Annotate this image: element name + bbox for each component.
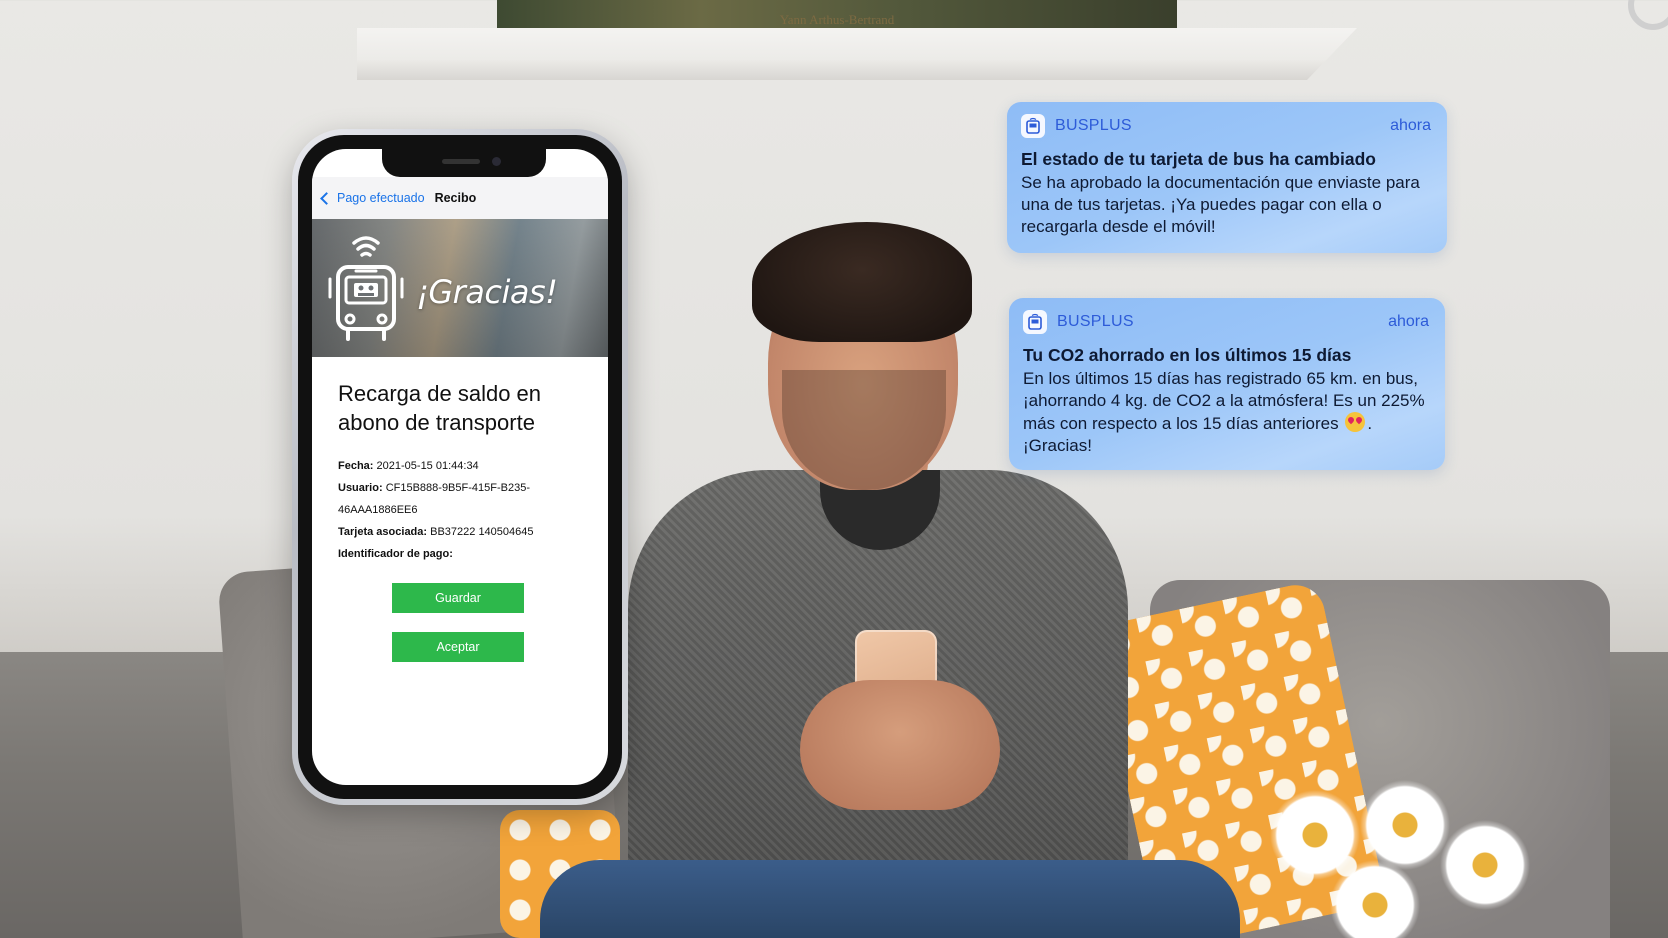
field-label: Tarjeta asociada: <box>338 526 428 538</box>
phone-screen: Pago efectuado Recibo ¡Gracias! Recarga … <box>312 149 608 785</box>
back-button-label: Pago efectuado <box>337 191 425 205</box>
field-card: Tarjeta asociada: BB37222 140504645 <box>338 521 578 543</box>
person-hands <box>800 680 1000 810</box>
field-value: BB37222 140504645 <box>430 526 534 538</box>
daisy <box>1270 790 1360 880</box>
receipt-content: Recarga de saldo en abono de transporte … <box>338 379 578 662</box>
daisy <box>1440 820 1530 910</box>
phone-bezel: Pago efectuado Recibo ¡Gracias! Recarga … <box>298 135 622 799</box>
painting-caption: Yann Arthus-Bertrand <box>779 12 895 27</box>
receipt-title: Recarga de saldo en abono de transporte <box>338 381 542 435</box>
heart-eyes-emoji-icon <box>1345 412 1366 432</box>
notification-title: El estado de tu tarjeta de bus ha cambia… <box>1021 149 1376 169</box>
notification-title: Tu CO2 ahorrado en los últimos 15 días <box>1023 345 1352 365</box>
field-label: Fecha: <box>338 460 374 472</box>
nav-title: Recibo <box>434 191 477 205</box>
notification-app-name: BUSPLUS <box>1055 117 1132 134</box>
back-chevron-icon <box>320 191 333 205</box>
person-hair <box>752 222 972 342</box>
notification-time: ahora <box>1388 313 1429 330</box>
notification-header: BUSPLUS ahora <box>1021 114 1431 138</box>
accept-button[interactable]: Aceptar <box>392 632 524 662</box>
busplus-app-icon <box>1023 310 1047 334</box>
field-payment-id: Identificador de pago: <box>338 543 578 565</box>
field-user: Usuario: CF15B888-9B5F-415F-B235-46AAA18… <box>338 477 578 521</box>
daisy <box>1330 860 1420 938</box>
notification-co2-saved[interactable]: BUSPLUS ahora Tu CO2 ahorrado en los últ… <box>1009 298 1445 470</box>
daisy-flowers <box>1270 780 1600 938</box>
phone-notch <box>382 149 546 177</box>
person-jeans <box>540 860 1240 938</box>
notification-time: ahora <box>1390 117 1431 134</box>
notification-body: Se ha aprobado la documentación que envi… <box>1021 173 1420 236</box>
field-value: 2021-05-15 01:44:34 <box>376 460 479 472</box>
notification-app-name: BUSPLUS <box>1057 313 1134 330</box>
navigation-bar: Pago efectuado Recibo <box>312 177 608 219</box>
bus-wifi-icon <box>328 236 404 341</box>
save-button[interactable]: Guardar <box>392 583 524 613</box>
daisy <box>1360 780 1450 870</box>
phone-mockup: Pago efectuado Recibo ¡Gracias! Recarga … <box>292 129 628 805</box>
notification-card-status[interactable]: BUSPLUS ahora El estado de tu tarjeta de… <box>1007 102 1447 253</box>
thanks-banner: ¡Gracias! <box>312 219 608 357</box>
field-date: Fecha: 2021-05-15 01:44:34 <box>338 455 578 477</box>
speaker-grille <box>442 159 480 164</box>
field-label: Identificador de pago: <box>338 548 453 560</box>
notification-header: BUSPLUS ahora <box>1023 310 1429 334</box>
wall-ring-decoration <box>1628 0 1668 30</box>
wall-shelf <box>357 28 1357 80</box>
wall-painting: Yann Arthus-Bertrand <box>497 0 1177 28</box>
notification-body: En los últimos 15 días has registrado 65… <box>1023 368 1429 457</box>
back-button[interactable]: Pago efectuado <box>318 191 425 205</box>
busplus-app-icon <box>1021 114 1045 138</box>
thanks-heading: ¡Gracias! <box>416 273 558 311</box>
field-label: Usuario: <box>338 482 383 494</box>
front-camera <box>492 157 501 166</box>
